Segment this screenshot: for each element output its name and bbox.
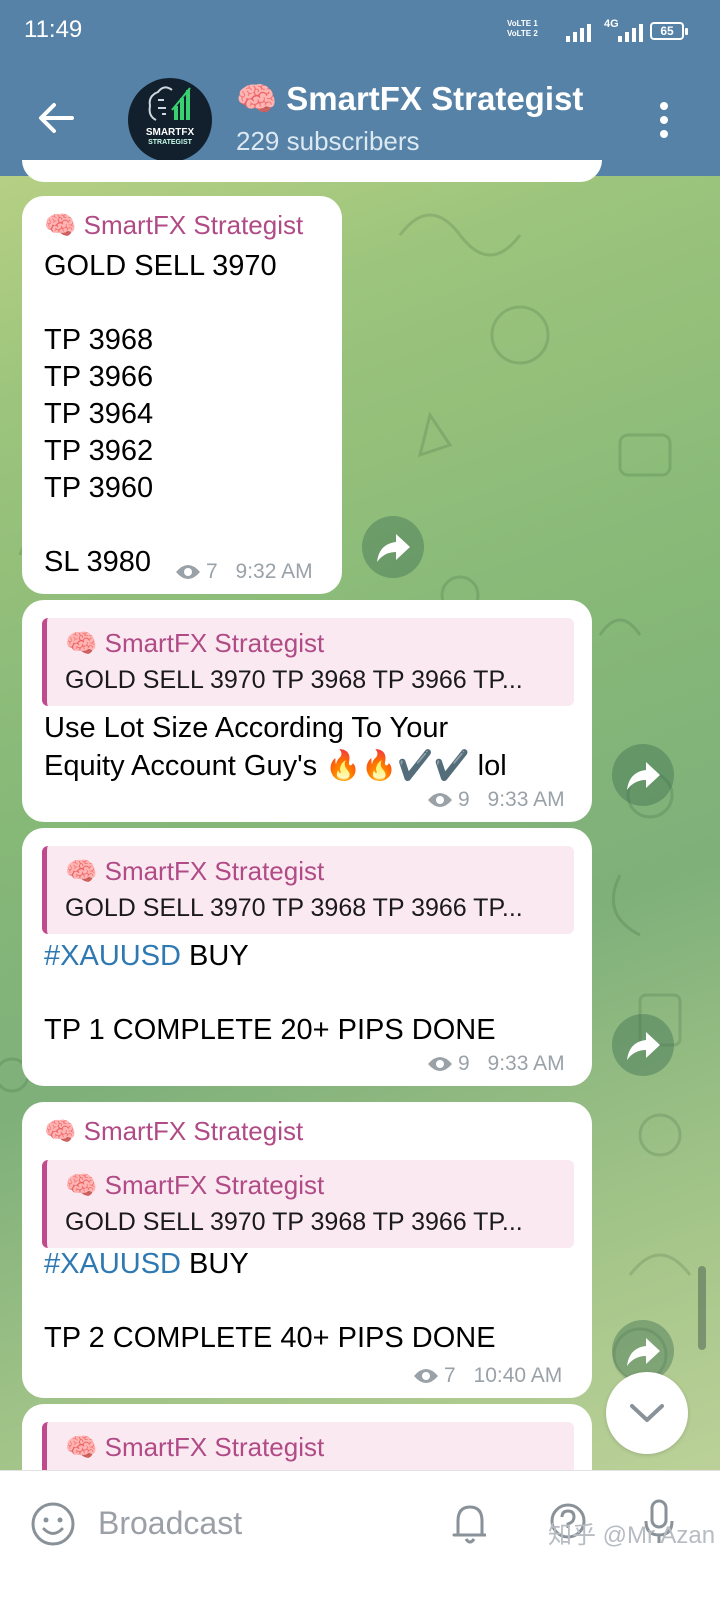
hashtag-link[interactable]: #XAUUSD: [44, 940, 181, 972]
scroll-down-button[interactable]: [606, 1372, 688, 1454]
more-options-icon[interactable]: [656, 100, 672, 140]
view-count: 9: [458, 1052, 470, 1075]
hashtag-link[interactable]: #XAUUSD: [44, 1248, 181, 1280]
network-type: 4G: [604, 18, 619, 30]
reply-text: GOLD SELL 3970 TP 3968 TP 3966 TP...: [65, 894, 523, 922]
emoji-icon[interactable]: [30, 1501, 76, 1547]
bell-icon[interactable]: [450, 1499, 490, 1547]
message-meta: 9 9:33 AM: [426, 788, 565, 812]
message-line: TP 3966: [44, 361, 154, 393]
volte-indicator: VoLTE 1 VoLTE 2: [507, 19, 538, 38]
forward-arrow-icon: [627, 1032, 660, 1060]
message-meta: 7 10:40 AM: [412, 1364, 562, 1388]
channel-title[interactable]: 🧠 SmartFX Strategist: [236, 80, 583, 119]
brain-chart-logo-icon: [148, 86, 191, 121]
forward-arrow-icon: [377, 534, 410, 562]
message-author[interactable]: 🧠 SmartFX Strategist: [44, 1116, 303, 1147]
message-line: TP 3964: [44, 398, 154, 430]
views-eye-icon: [414, 1369, 438, 1383]
reply-author: 🧠 SmartFX Strategist: [65, 1432, 325, 1462]
views-eye-icon: [428, 1057, 452, 1071]
message-author[interactable]: 🧠 SmartFX Strategist: [44, 210, 303, 241]
scrollbar-thumb[interactable]: [698, 1266, 706, 1350]
reply-text: GOLD SELL 3970 TP 3968 TP 3966 TP...: [65, 1208, 523, 1236]
views-eye-icon: [176, 565, 200, 579]
status-time: 11:49: [24, 16, 83, 43]
message-line: TP 2 COMPLETE 40+ PIPS DONE: [44, 1322, 496, 1354]
share-button[interactable]: [362, 516, 424, 578]
message-meta: 9 9:33 AM: [426, 1052, 565, 1076]
message-time: 9:32 AM: [235, 560, 313, 583]
reply-author: 🧠 SmartFX Strategist: [65, 628, 325, 658]
views-eye-icon: [428, 793, 452, 807]
message-bubble[interactable]: 🧠 SmartFX Strategist GOLD SELL 3970 TP 3…: [22, 828, 592, 1086]
message-bubble[interactable]: 🧠 SmartFX Strategist GOLD SELL 3970 TP 3…: [22, 196, 342, 594]
signal-icon: [566, 24, 591, 42]
battery-icon: 65: [650, 22, 688, 40]
chevron-down-icon: [630, 1404, 664, 1422]
broadcast-input[interactable]: Broadcast: [98, 1505, 242, 1542]
view-count: 7: [206, 560, 218, 583]
view-count: 9: [458, 788, 470, 811]
reply-author: 🧠 SmartFX Strategist: [65, 1170, 325, 1200]
subscriber-count: 229 subscribers: [236, 126, 420, 156]
forward-arrow-icon: [627, 762, 660, 790]
message-line: TP 1 COMPLETE 20+ PIPS DONE: [44, 1014, 496, 1046]
broadcast-bar: Broadcast 知乎 @Mr Azan: [0, 1470, 720, 1600]
view-count: 7: [444, 1364, 456, 1387]
message-line: TP 3962: [44, 435, 154, 467]
message-bubble[interactable]: 🧠 SmartFX Strategist GOLD SELL 3970 TP 3…: [22, 600, 592, 822]
status-bar: 11:49 VoLTE 1 VoLTE 2 4G 65: [0, 0, 720, 62]
reply-text: GOLD SELL 3970 TP 3968 TP 3966 TP...: [65, 666, 523, 694]
message-line: #XAUUSD BUY: [44, 940, 249, 972]
channel-avatar[interactable]: SMARTFX STRATEGIST: [128, 78, 212, 162]
signal-icon-2: [618, 24, 643, 42]
share-button[interactable]: [612, 1014, 674, 1076]
message-line: Use Lot Size According To Your: [44, 712, 449, 744]
message-line: #XAUUSD BUY: [44, 1248, 249, 1280]
message-time: 10:40 AM: [473, 1364, 563, 1387]
reply-quote[interactable]: 🧠 SmartFX Strategist GOLD SELL 3970 TP 3…: [42, 1160, 574, 1248]
share-button[interactable]: [612, 744, 674, 806]
chat-header: SMARTFX STRATEGIST 🧠 SmartFX Strategist …: [0, 62, 720, 176]
reply-author: 🧠 SmartFX Strategist: [65, 856, 325, 886]
message-line: TP 3968: [44, 324, 154, 356]
message-bubble[interactable]: 🧠 SmartFX Strategist 🧠 SmartFX Strategis…: [22, 1102, 592, 1398]
back-arrow-icon[interactable]: [36, 98, 76, 138]
message-line: Equity Account Guy's 🔥🔥✔️✔️ lol: [44, 750, 507, 782]
message-line: SL 3980: [44, 546, 151, 578]
avatar-text: SMARTFX STRATEGIST: [145, 127, 195, 147]
watermark-text: 知乎 @Mr Azan: [548, 1522, 716, 1549]
reply-quote[interactable]: 🧠 SmartFX Strategist GOLD SELL 3970 TP 3…: [42, 846, 574, 934]
message-meta: 7 9:32 AM: [174, 560, 313, 584]
message-line: GOLD SELL 3970: [44, 250, 277, 282]
message-line: TP 3960: [44, 472, 154, 504]
message-time: 9:33 AM: [487, 788, 565, 811]
previous-message-edge: [22, 160, 602, 182]
reply-quote[interactable]: 🧠 SmartFX Strategist GOLD SELL 3970 TP 3…: [42, 618, 574, 706]
message-time: 9:33 AM: [487, 1052, 565, 1075]
